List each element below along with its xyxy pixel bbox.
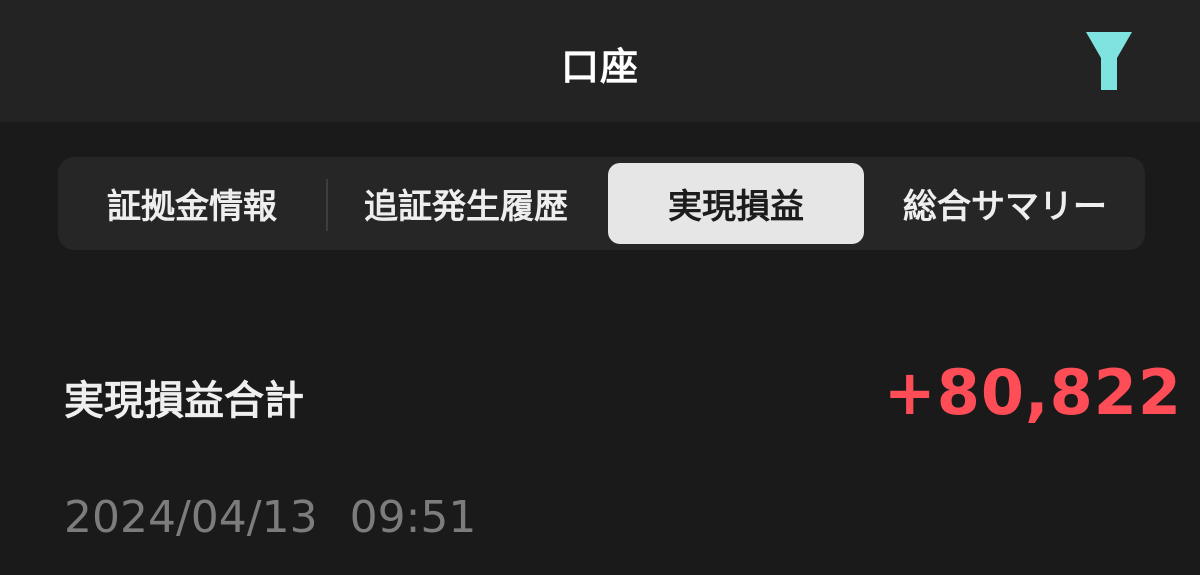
tab-margin-info[interactable]: 証拠金情報 xyxy=(58,157,326,250)
tab-margin-call-history[interactable]: 追証発生履歴 xyxy=(328,157,604,250)
timestamp: 2024/04/13 09:51 xyxy=(64,492,476,543)
filter-button[interactable] xyxy=(1078,30,1140,92)
timestamp-time: 09:51 xyxy=(349,492,477,543)
tab-bar: 証拠金情報 追証発生履歴 実現損益 総合サマリー xyxy=(58,157,1145,250)
realized-pnl-total-value: +80,822 xyxy=(883,356,1182,429)
page-title: 口座 xyxy=(560,45,639,89)
filter-icon xyxy=(1086,32,1132,90)
tab-realized-pnl[interactable]: 実現損益 xyxy=(608,163,864,244)
tab-overall-summary[interactable]: 総合サマリー xyxy=(870,157,1140,250)
header-bar: 口座 xyxy=(0,0,1200,122)
timestamp-date: 2024/04/13 xyxy=(64,492,318,543)
realized-pnl-total-label: 実現損益合計 xyxy=(64,378,304,424)
